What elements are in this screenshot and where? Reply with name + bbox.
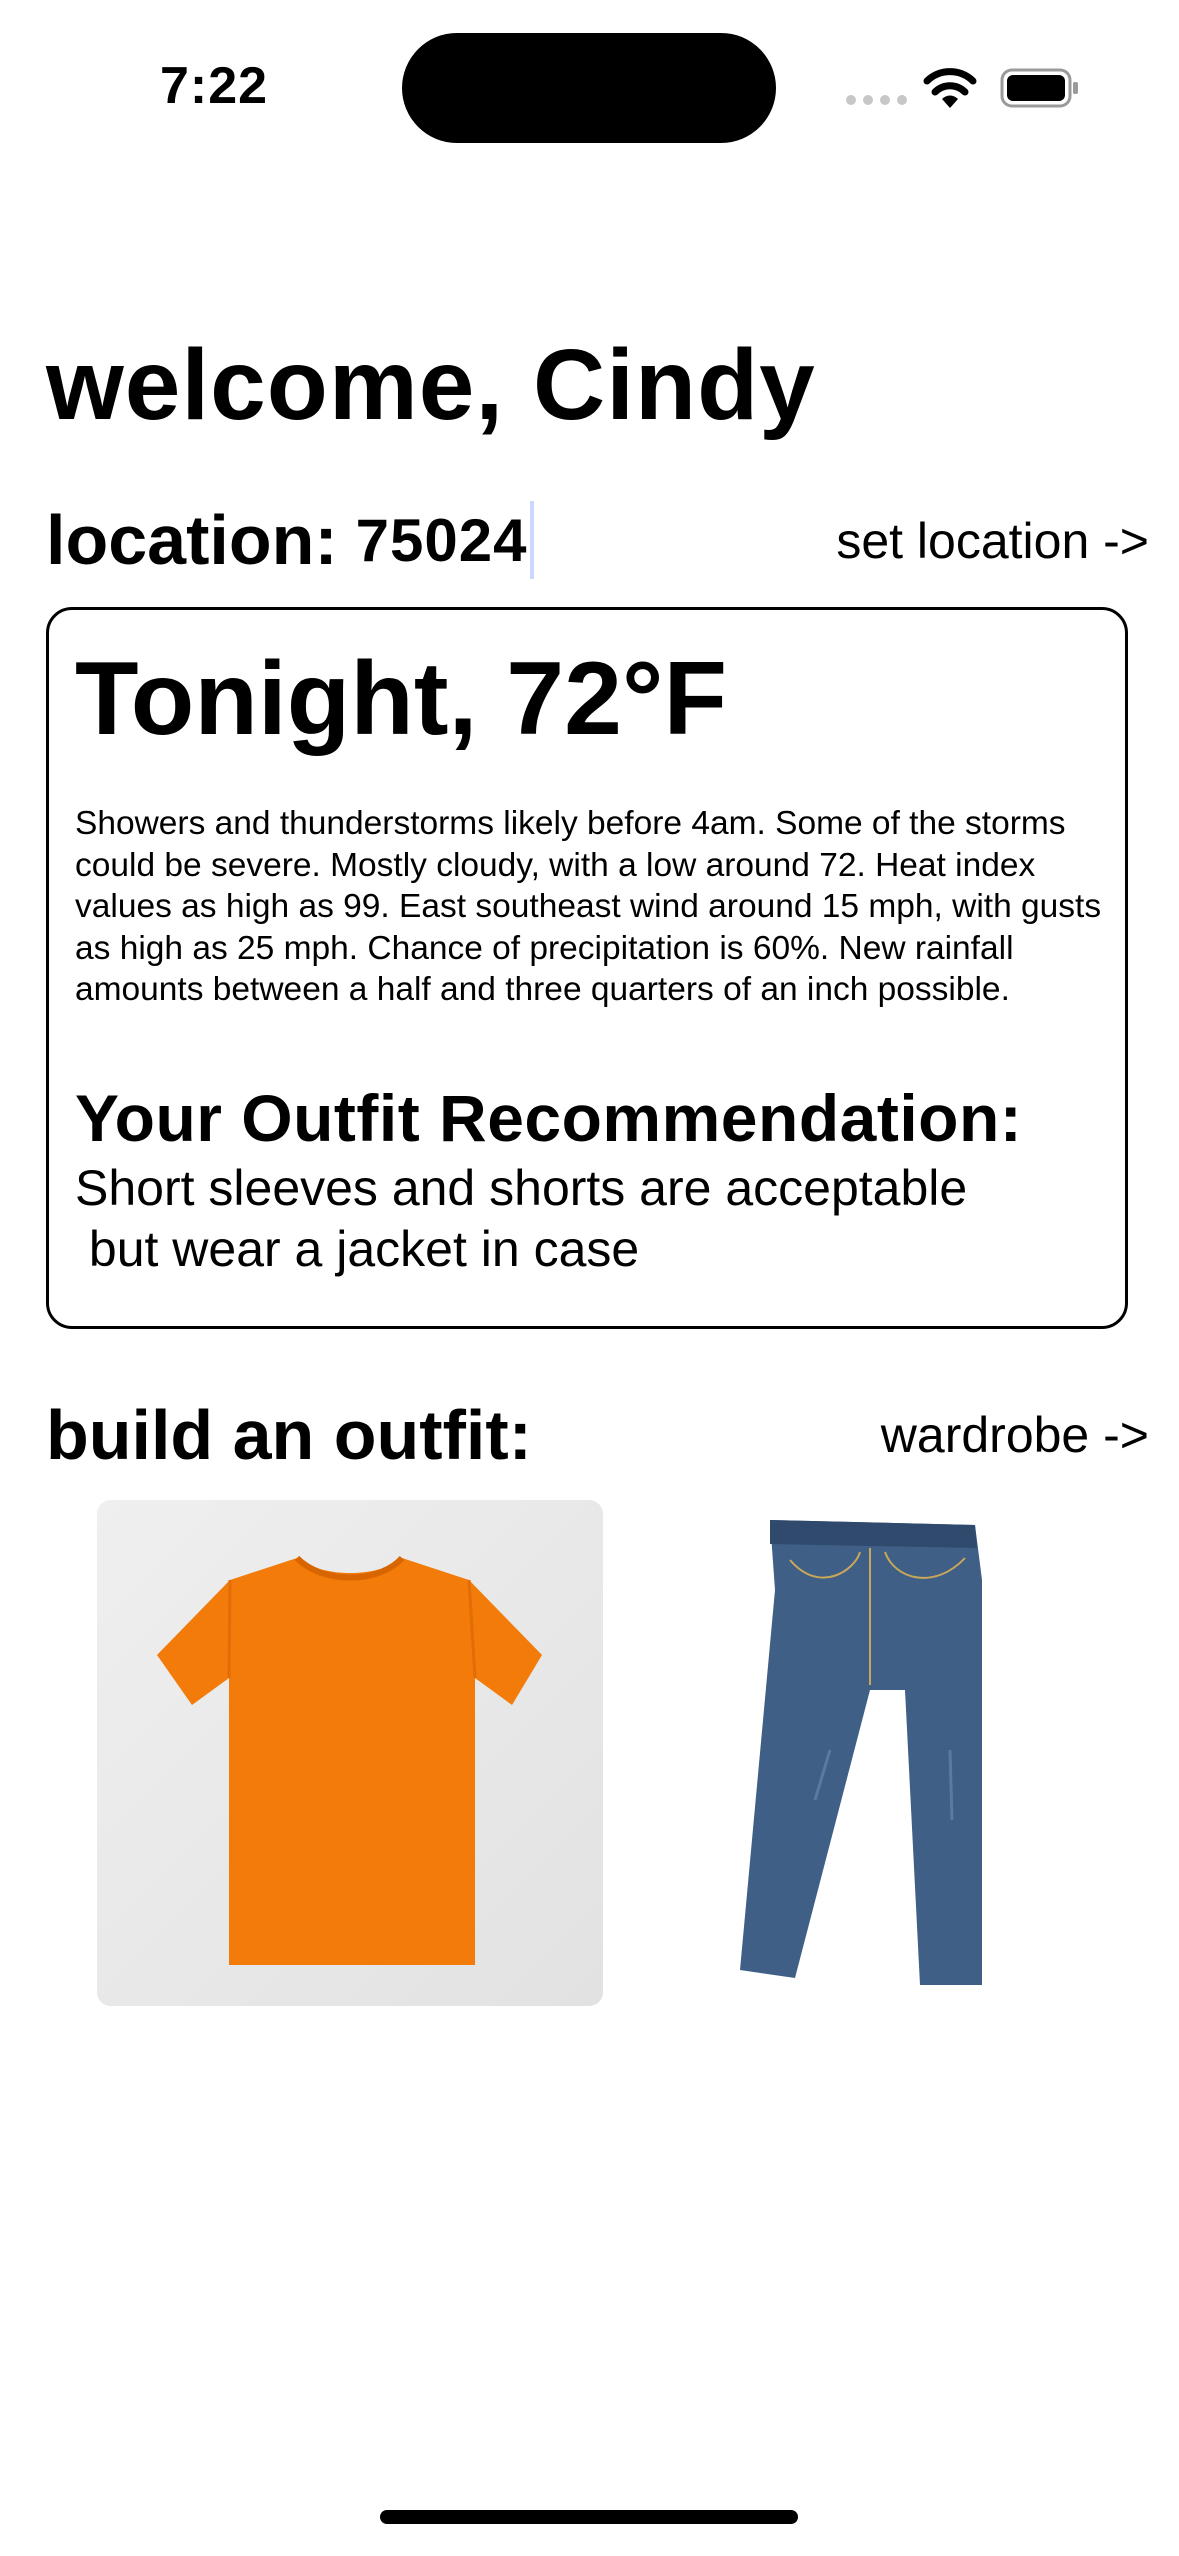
set-location-link[interactable]: set location -> bbox=[836, 512, 1149, 570]
home-indicator bbox=[380, 2510, 798, 2524]
outfit-item-jeans[interactable] bbox=[720, 1500, 1020, 2000]
battery-icon bbox=[1000, 68, 1078, 108]
cellular-signal-icon bbox=[846, 95, 907, 105]
location-row: location: 75024 bbox=[46, 500, 534, 580]
status-time: 7:22 bbox=[160, 57, 269, 115]
location-input[interactable]: 75024 bbox=[356, 506, 528, 575]
dynamic-island bbox=[402, 33, 776, 143]
welcome-heading: welcome, Cindy bbox=[46, 329, 816, 441]
wifi-icon bbox=[923, 68, 977, 108]
forecast-description: Showers and thunderstorms likely before … bbox=[75, 805, 1102, 1008]
build-outfit-heading: build an outfit: bbox=[46, 1396, 532, 1474]
wardrobe-link[interactable]: wardrobe -> bbox=[881, 1406, 1149, 1464]
forecast-title: Tonight, 72°F bbox=[75, 641, 728, 757]
recommendation-heading: Your Outfit Recommendation: bbox=[75, 1081, 1023, 1155]
outfit-item-tshirt[interactable] bbox=[97, 1500, 603, 2006]
recommendation-text: Short sleeves and shorts are acceptable … bbox=[75, 1160, 968, 1277]
blue-jeans-image bbox=[740, 1520, 982, 1985]
text-cursor bbox=[529, 501, 534, 579]
location-label: location: bbox=[46, 501, 338, 579]
orange-tshirt-image bbox=[97, 1500, 603, 2006]
